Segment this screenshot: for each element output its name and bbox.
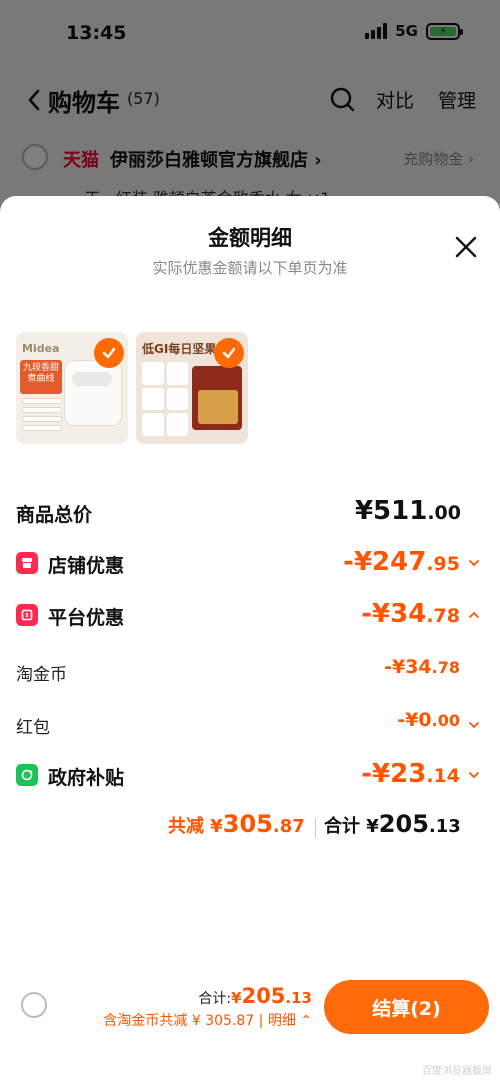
- watermark: 百度浏览器截屏: [422, 1066, 492, 1077]
- amount-detail-sheet: 金额明细 实际优惠金额请以下单页为准 Midea 九段香甜煮曲线 低GI每日坚果…: [0, 196, 500, 1084]
- taojinbi-row: 淘金币 -¥34.78: [0, 654, 500, 690]
- taojinbi-label: 淘金币: [16, 665, 67, 685]
- total-price-label: 商品总价: [16, 504, 93, 526]
- product-thumb-nuts[interactable]: 低GI每日坚果: [136, 332, 248, 444]
- hongbao-value: -¥0.00: [397, 709, 460, 731]
- shop-discount-value: -¥247.95: [343, 547, 460, 577]
- product-thumbnails: Midea 九段香甜煮曲线 低GI每日坚果: [16, 332, 248, 444]
- detail-toggle[interactable]: 含淘金币共减 ¥ 305.87 | 明细 ⌃: [103, 1010, 312, 1030]
- chevron-down-icon[interactable]: [468, 770, 480, 780]
- rice-cooker-image: [64, 360, 122, 426]
- gov-subsidy-row[interactable]: 政府补贴 -¥23.14: [0, 757, 500, 793]
- product-badge: 九段香甜煮曲线: [20, 360, 62, 394]
- sheet-subtitle: 实际优惠金额请以下单页为准: [152, 259, 348, 277]
- taojinbi-value: -¥34.78: [384, 656, 460, 678]
- gov-subsidy-value: -¥23.14: [361, 759, 460, 789]
- chevron-up-icon[interactable]: [468, 610, 480, 620]
- footer-total: 合计:¥205.13: [198, 984, 312, 1008]
- product-brand: Midea: [22, 342, 60, 355]
- product-thumb-rice-cooker[interactable]: Midea 九段香甜煮曲线: [16, 332, 128, 444]
- platform-discount-row[interactable]: 平台优惠 -¥34.78: [0, 597, 500, 633]
- shop-discount-label: 店铺优惠: [48, 555, 125, 577]
- shop-icon: [16, 552, 38, 574]
- total-price-row: 商品总价 ¥511.00: [0, 494, 500, 530]
- chevron-down-icon[interactable]: [468, 558, 480, 568]
- checkout-button[interactable]: 结算(2): [324, 980, 489, 1034]
- amount-summary: 共减 ¥305.87 合计 ¥205.13: [0, 808, 500, 844]
- summary-total: 合计 ¥205.13: [324, 810, 461, 838]
- close-icon[interactable]: [454, 235, 478, 259]
- product-brand: 低GI每日坚果: [142, 342, 217, 356]
- hongbao-row[interactable]: 红包 -¥0.00: [0, 707, 500, 743]
- chevron-down-icon[interactable]: [468, 720, 480, 730]
- shop-discount-row[interactable]: 店铺优惠 -¥247.95: [0, 545, 500, 581]
- total-price-value: ¥511.00: [354, 496, 461, 526]
- select-all-radio[interactable]: [21, 992, 47, 1018]
- platform-discount-label: 平台优惠: [48, 607, 125, 629]
- subsidy-icon: [16, 764, 38, 786]
- hongbao-label: 红包: [16, 718, 50, 738]
- platform-icon: [16, 604, 38, 626]
- check-icon[interactable]: [214, 338, 244, 368]
- total-reduce: 共减 ¥305.87: [168, 810, 305, 838]
- nuts-image: [142, 362, 188, 436]
- checkout-bar: 合计:¥205.13 含淘金币共减 ¥ 305.87 | 明细 ⌃ 结算(2): [0, 976, 500, 1038]
- platform-discount-value: -¥34.78: [361, 599, 460, 629]
- gov-subsidy-label: 政府补贴: [48, 767, 125, 789]
- summary-divider: [315, 818, 316, 838]
- check-icon[interactable]: [94, 338, 124, 368]
- sheet-title: 金额明细: [208, 226, 292, 250]
